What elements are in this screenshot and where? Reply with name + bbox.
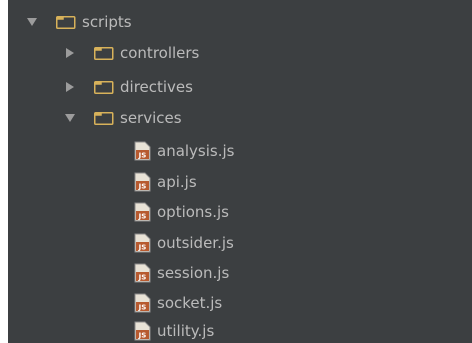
tree-node-label: options.js [157,203,229,221]
tree-node-label: controllers [120,44,200,62]
collapsed-arrow-icon[interactable] [64,81,76,93]
project-tree-panel: scripts controllers directives services [8,0,472,343]
js-file-icon: JS [134,172,151,192]
js-file-icon: JS [134,321,151,341]
tree-node-file[interactable]: JS api.js [134,167,197,197]
svg-text:JS: JS [138,332,147,340]
tree-node-label: socket.js [157,294,223,312]
tree-node-services[interactable]: services [64,103,182,133]
tree-node-file[interactable]: JS socket.js [134,288,222,318]
tree-node-controllers[interactable]: controllers [64,38,199,68]
tree-node-label: directives [120,78,193,96]
folder-icon [94,80,114,94]
svg-text:JS: JS [138,244,147,252]
expanded-arrow-icon[interactable] [64,112,76,124]
tree-node-label: session.js [157,264,230,282]
folder-icon [56,15,76,29]
js-file-icon: JS [134,202,151,222]
js-file-icon: JS [134,233,151,253]
svg-text:JS: JS [138,152,147,160]
folder-icon [94,46,114,60]
folder-icon [94,111,114,125]
tree-node-label: utility.js [157,322,215,340]
svg-text:JS: JS [138,274,147,282]
js-file-icon: JS [134,141,151,161]
tree-node-label: analysis.js [157,142,235,160]
svg-text:JS: JS [138,304,147,312]
tree-node-file[interactable]: JS utility.js [134,316,214,343]
tree-node-scripts[interactable]: scripts [26,7,132,37]
svg-text:JS: JS [138,213,147,221]
tree-node-file[interactable]: JS session.js [134,258,229,288]
collapsed-arrow-icon[interactable] [64,47,76,59]
expanded-arrow-icon[interactable] [26,16,38,28]
tree-node-file[interactable]: JS analysis.js [134,136,234,166]
tree-node-label: scripts [82,13,132,31]
tree-node-label: services [120,109,182,127]
tree-node-file[interactable]: JS outsider.js [134,228,234,258]
tree-node-label: api.js [157,173,197,191]
js-file-icon: JS [134,263,151,283]
js-file-icon: JS [134,293,151,313]
tree-node-file[interactable]: JS options.js [134,197,229,227]
svg-text:JS: JS [138,183,147,191]
tree-node-label: outsider.js [157,234,234,252]
tree-node-directives[interactable]: directives [64,72,193,102]
